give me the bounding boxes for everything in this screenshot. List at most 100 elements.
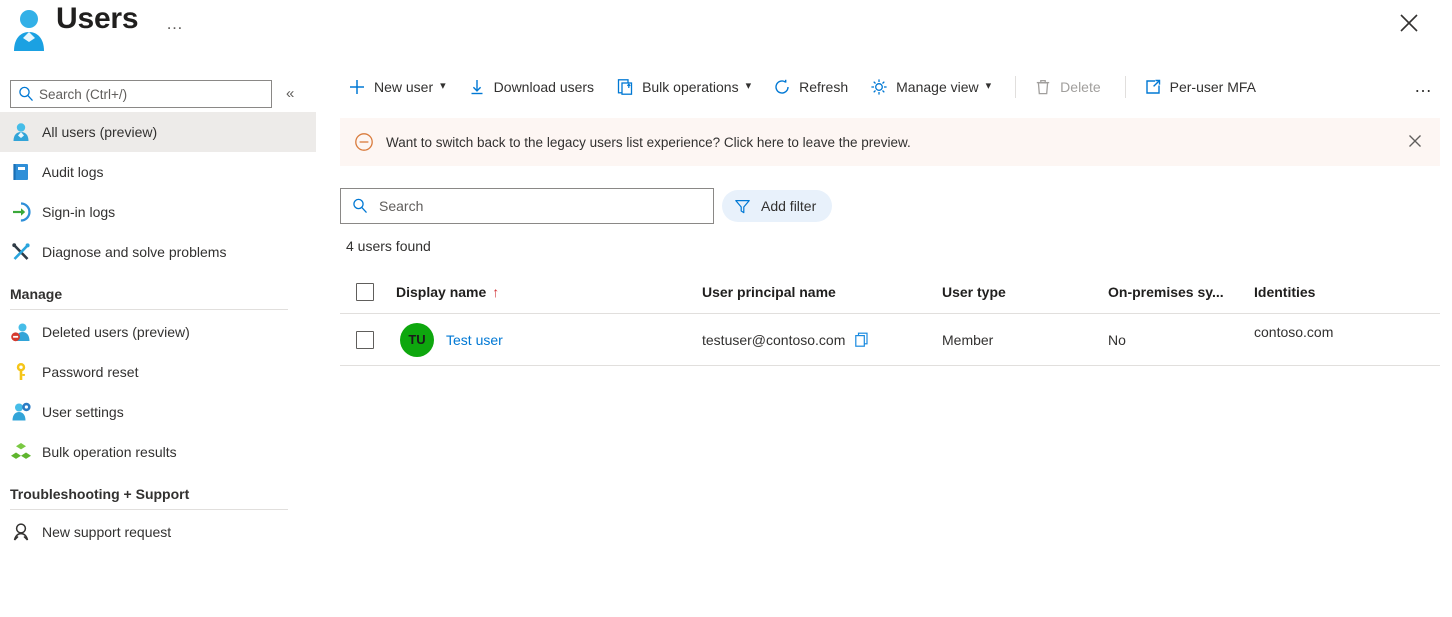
cubes-icon: [10, 441, 32, 463]
sidebar-item-label: New support request: [42, 524, 172, 540]
banner-close-icon[interactable]: [1406, 132, 1424, 150]
table-row[interactable]: TU Test user testuser@contoso.com Member…: [340, 314, 1440, 366]
book-icon: [10, 161, 32, 183]
sidebar-section-manage: Manage: [10, 286, 63, 302]
sidebar-item-label: User settings: [42, 404, 124, 420]
sort-ascending-icon: ↑: [492, 283, 500, 300]
refresh-button[interactable]: Refresh: [765, 71, 856, 103]
sidebar-item-label: Password reset: [42, 364, 139, 380]
select-all-checkbox[interactable]: [356, 282, 374, 301]
external-link-icon: [1144, 78, 1162, 96]
sidebar-item-label: Diagnose and solve problems: [42, 244, 227, 260]
bulk-operations-icon: [616, 78, 634, 96]
collapse-sidebar-icon[interactable]: «: [286, 86, 294, 101]
add-filter-label: Add filter: [761, 198, 817, 214]
key-icon: [10, 361, 32, 383]
sidebar-item-label: Sign-in logs: [42, 204, 116, 220]
title-overflow-button[interactable]: …: [160, 10, 190, 38]
download-users-label: Download users: [493, 78, 595, 95]
toolbar-separator: [1124, 75, 1126, 98]
plus-icon: [348, 78, 366, 96]
column-header-user-principal-name[interactable]: User principal name: [702, 284, 942, 300]
users-search-box[interactable]: [340, 188, 714, 224]
delete-button[interactable]: Delete: [1026, 71, 1108, 103]
column-header-on-premises-sync[interactable]: On-premises sy...: [1108, 284, 1254, 300]
sidebar: « All users (preview) Audit logs: [0, 70, 316, 617]
main-content: New user ▾ Download users Bulk operation…: [316, 62, 1452, 617]
copy-icon[interactable]: [853, 331, 871, 349]
row-checkbox[interactable]: [356, 330, 374, 349]
funnel-icon: [734, 198, 751, 215]
banner-message[interactable]: Want to switch back to the legacy users …: [386, 135, 911, 150]
manage-view-button[interactable]: Manage view ▾: [862, 71, 999, 103]
users-table: Display name ↑ User principal name User …: [340, 270, 1440, 366]
per-user-mfa-button[interactable]: Per-user MFA: [1136, 71, 1264, 103]
user-icon: [10, 8, 48, 52]
refresh-icon: [773, 78, 791, 96]
close-icon[interactable]: [1396, 10, 1422, 36]
divider: [10, 509, 288, 510]
chevron-down-icon[interactable]: ▾: [440, 81, 446, 92]
user-principal-name-cell: testuser@contoso.com: [702, 331, 942, 349]
gear-icon: [870, 78, 888, 96]
column-header-display-name[interactable]: Display name ↑: [396, 284, 702, 300]
search-icon: [17, 85, 35, 103]
table-header-row: Display name ↑ User principal name User …: [340, 270, 1440, 314]
row-select-cell: [340, 330, 396, 349]
preview-banner: Want to switch back to the legacy users …: [340, 118, 1440, 166]
sidebar-item-label: All users (preview): [42, 124, 158, 140]
display-name-cell: TU Test user: [396, 322, 702, 357]
search-icon: [351, 197, 369, 215]
bulk-operations-button[interactable]: Bulk operations ▾: [608, 71, 759, 103]
user-principal-name-value: testuser@contoso.com: [702, 331, 846, 348]
filter-row: Add filter: [316, 166, 1452, 224]
sidebar-item-diagnose-and-solve-problems[interactable]: Diagnose and solve problems: [0, 232, 316, 272]
command-bar: New user ▾ Download users Bulk operation…: [316, 62, 1452, 112]
minus-circle-icon: [354, 132, 374, 152]
download-icon: [468, 78, 486, 96]
sidebar-item-label: Deleted users (preview): [42, 324, 190, 340]
sidebar-item-new-support-request[interactable]: New support request: [0, 512, 316, 552]
per-user-mfa-label: Per-user MFA: [1169, 78, 1256, 95]
page-title: Users: [56, 2, 139, 35]
support-person-icon: [10, 521, 32, 543]
chevron-down-icon[interactable]: ▾: [986, 81, 992, 92]
chevron-down-icon[interactable]: ▾: [746, 81, 752, 92]
download-users-button[interactable]: Download users: [460, 71, 602, 103]
sidebar-item-label: Bulk operation results: [42, 444, 177, 460]
sidebar-item-label: Audit logs: [42, 164, 104, 180]
sidebar-item-bulk-operation-results[interactable]: Bulk operation results: [0, 432, 316, 472]
new-user-label: New user: [374, 78, 434, 95]
title-bar: Users …: [0, 0, 1452, 62]
sidebar-search-input[interactable]: [39, 86, 263, 102]
user-icon: [10, 121, 32, 143]
users-search-input[interactable]: [379, 198, 699, 214]
sidebar-search-row: «: [0, 70, 316, 112]
bulk-operations-label: Bulk operations: [642, 78, 739, 95]
identities-cell: contoso.com: [1254, 323, 1334, 340]
sidebar-item-user-settings[interactable]: User settings: [0, 392, 316, 432]
sidebar-item-audit-logs[interactable]: Audit logs: [0, 152, 316, 192]
column-header-user-type[interactable]: User type: [942, 284, 1108, 300]
avatar: TU: [400, 322, 434, 357]
toolbar-overflow-button[interactable]: …: [1408, 74, 1440, 99]
sidebar-item-password-reset[interactable]: Password reset: [0, 352, 316, 392]
column-header-identities[interactable]: Identities: [1254, 284, 1434, 300]
wrench-screwdriver-icon: [10, 241, 32, 263]
result-count: 4 users found: [346, 238, 431, 254]
user-display-name-link[interactable]: Test user: [446, 332, 503, 348]
user-deleted-icon: [10, 321, 32, 343]
sidebar-item-sign-in-logs[interactable]: Sign-in logs: [0, 192, 316, 232]
new-user-button[interactable]: New user ▾: [340, 71, 454, 103]
sidebar-item-deleted-users[interactable]: Deleted users (preview): [0, 312, 316, 352]
sign-in-icon: [10, 201, 32, 223]
add-filter-button[interactable]: Add filter: [722, 190, 833, 222]
sidebar-section-troubleshooting: Troubleshooting + Support: [10, 486, 190, 502]
sidebar-item-all-users[interactable]: All users (preview): [0, 112, 316, 152]
sidebar-search-box[interactable]: [10, 80, 272, 108]
trash-icon: [1034, 78, 1052, 96]
toolbar-separator: [1015, 75, 1017, 98]
column-label: Display name: [396, 283, 487, 300]
on-premises-sync-cell: No: [1108, 331, 1126, 348]
user-gear-icon: [10, 401, 32, 423]
